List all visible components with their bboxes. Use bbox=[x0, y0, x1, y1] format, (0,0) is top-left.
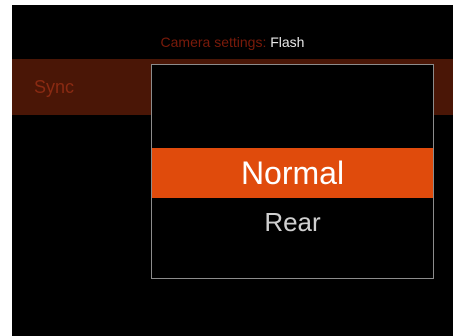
setting-label: Sync bbox=[34, 77, 75, 97]
title-bar: Camera settings: Flash bbox=[12, 5, 453, 57]
title-prefix: Camera settings: bbox=[160, 34, 267, 50]
option-normal[interactable]: Normal bbox=[152, 148, 433, 198]
screen: Camera settings: Flash Sync Normal Rear bbox=[0, 0, 459, 336]
camera-display: Camera settings: Flash Sync Normal Rear bbox=[12, 5, 453, 336]
option-popup: Normal Rear bbox=[151, 64, 434, 279]
option-rear[interactable]: Rear bbox=[152, 202, 433, 242]
title-value: Flash bbox=[270, 34, 305, 50]
